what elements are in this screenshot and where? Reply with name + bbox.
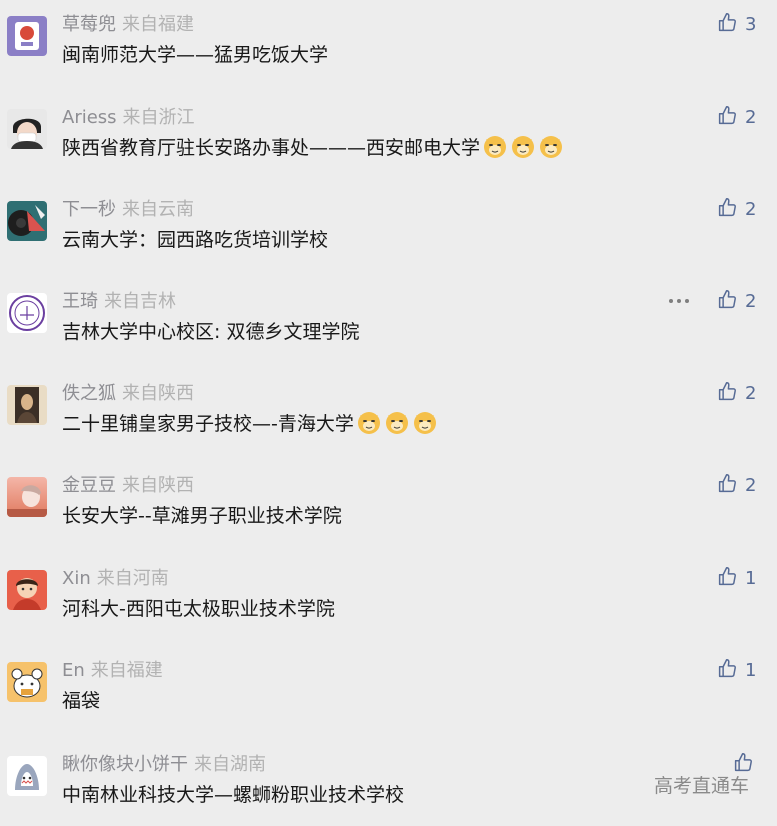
doge-emoji-icon [510, 133, 536, 159]
comment-meta: Xin 来自河南 [62, 564, 169, 594]
comment-text: 云南大学：园西路吃货培训学校 [62, 225, 328, 255]
nickname[interactable]: En [62, 660, 85, 681]
comment-item: 王琦 来自吉林 吉林大学中心校区: 双德乡文理学院 2 [0, 290, 777, 363]
like-button[interactable]: 2 [717, 287, 756, 317]
like-button[interactable]: 2 [717, 195, 756, 225]
avatar[interactable] [7, 756, 47, 796]
thumbs-up-icon [717, 566, 738, 587]
comment-item: En 来自福建 福袋 1 [0, 659, 777, 732]
comment-item: 金豆豆 来自陕西 长安大学--草滩男子职业技术学院 2 [0, 474, 777, 547]
comment-text: 闽南师范大学——猛男吃饭大学 [62, 40, 328, 70]
comment-text-content: 长安大学--草滩男子职业技术学院 [62, 505, 342, 527]
comment-text: 长安大学--草滩男子职业技术学院 [62, 501, 342, 531]
comment-meta: 金豆豆 来自陕西 [62, 471, 194, 501]
avatar[interactable] [7, 201, 47, 241]
like-count: 2 [745, 475, 757, 496]
nickname[interactable]: 金豆豆 [62, 475, 116, 496]
nickname[interactable]: Xin [62, 568, 91, 589]
nickname[interactable]: 草莓兜 [62, 14, 116, 35]
avatar[interactable] [7, 662, 47, 702]
comment-meta: 佚之狐 来自陕西 [62, 379, 194, 409]
comment-text-content: 闽南师范大学——猛男吃饭大学 [62, 44, 329, 66]
comment-text-content: 云南大学：园西路吃货培训学校 [62, 229, 329, 251]
doge-emoji-icon [384, 409, 410, 435]
location: 来自浙江 [122, 107, 195, 128]
like-count: 1 [745, 568, 757, 589]
like-button[interactable]: 3 [717, 10, 756, 40]
comment-item: Ariess 来自浙江 陕西省教育厅驻长安路办事处———西安邮电大学 2 [0, 106, 777, 179]
comment-meta: 下一秒 来自云南 [62, 195, 194, 225]
avatar[interactable] [7, 570, 47, 610]
doge-emoji-icon [356, 409, 382, 435]
comment-text: 福袋 [62, 686, 100, 716]
like-count: 2 [745, 291, 757, 312]
thumbs-up-icon [717, 197, 738, 218]
thumbs-up-icon [733, 752, 754, 773]
comment-meta: Ariess 来自浙江 [62, 103, 195, 133]
nickname[interactable]: 佚之狐 [62, 383, 116, 404]
like-count: 3 [745, 14, 757, 35]
comment-item: 佚之狐 来自陕西 二十里铺皇家男子技校—-青海大学 2 [0, 382, 777, 455]
location: 来自河南 [96, 568, 169, 589]
avatar[interactable] [7, 385, 47, 425]
thumbs-up-icon [717, 473, 738, 494]
like-count: 1 [745, 660, 757, 681]
location: 来自陕西 [122, 475, 194, 496]
like-button[interactable]: 1 [717, 656, 756, 686]
avatar[interactable] [7, 109, 47, 149]
nickname[interactable]: 瞅你像块小饼干 [62, 754, 188, 775]
like-count: 2 [745, 383, 757, 404]
comment-meta: 王琦 来自吉林 [62, 287, 176, 317]
comment-text-content: 陕西省教育厅驻长安路办事处———西安邮电大学 [62, 137, 481, 159]
comment-text: 河科大-西阳屯太极职业技术学院 [62, 594, 335, 624]
thumbs-up-icon [717, 658, 738, 679]
thumbs-up-icon [717, 381, 738, 402]
like-count: 2 [745, 199, 757, 220]
location: 来自福建 [122, 14, 194, 35]
location: 来自陕西 [122, 383, 194, 404]
comment-text: 吉林大学中心校区: 双德乡文理学院 [62, 317, 359, 347]
location: 来自湖南 [194, 754, 266, 775]
comment-meta: 瞅你像块小饼干 来自湖南 [62, 750, 266, 780]
nickname[interactable]: 下一秒 [62, 199, 116, 220]
comment-meta: En 来自福建 [62, 656, 163, 686]
avatar[interactable] [7, 477, 47, 517]
thumbs-up-icon [717, 105, 738, 126]
comment-text: 中南林业科技大学—螺蛳粉职业技术学校 [62, 780, 404, 810]
comment-text-content: 吉林大学中心校区: 双德乡文理学院 [62, 321, 360, 343]
comment-text-content: 福袋 [62, 690, 101, 712]
comment-meta: 草莓兜 来自福建 [62, 10, 194, 40]
like-button[interactable]: 2 [717, 471, 756, 501]
thumbs-up-icon [717, 289, 738, 310]
avatar[interactable] [7, 16, 47, 56]
location: 来自吉林 [104, 291, 176, 312]
more-dots-icon[interactable] [667, 291, 691, 311]
thumbs-up-icon [717, 12, 738, 33]
like-button[interactable]: 1 [717, 564, 756, 594]
nickname[interactable]: 王琦 [62, 291, 98, 312]
avatar[interactable] [7, 293, 47, 333]
location: 来自福建 [90, 660, 163, 681]
comment-item: 草莓兜 来自福建 闽南师范大学——猛男吃饭大学 3 [0, 13, 777, 86]
comment-text: 陕西省教育厅驻长安路办事处———西安邮电大学 [62, 133, 564, 163]
comment-text-content: 河科大-西阳屯太极职业技术学院 [62, 598, 335, 620]
comment-item: 下一秒 来自云南 云南大学：园西路吃货培训学校 2 [0, 198, 777, 271]
like-button[interactable]: 2 [717, 103, 756, 133]
comment-text: 二十里铺皇家男子技校—-青海大学 [62, 409, 438, 439]
doge-emoji-icon [412, 409, 438, 435]
comment-text-content: 二十里铺皇家男子技校—-青海大学 [62, 413, 354, 435]
like-count: 2 [745, 107, 757, 128]
comment-item: Xin 来自河南 河科大-西阳屯太极职业技术学院 1 [0, 567, 777, 640]
doge-emoji-icon [482, 133, 508, 159]
doge-emoji-icon [538, 133, 564, 159]
like-button[interactable]: 2 [717, 379, 756, 409]
watermark: 高考直通车 [653, 775, 749, 797]
comment-text-content: 中南林业科技大学—螺蛳粉职业技术学校 [62, 784, 405, 806]
nickname[interactable]: Ariess [62, 107, 117, 128]
location: 来自云南 [122, 199, 194, 220]
